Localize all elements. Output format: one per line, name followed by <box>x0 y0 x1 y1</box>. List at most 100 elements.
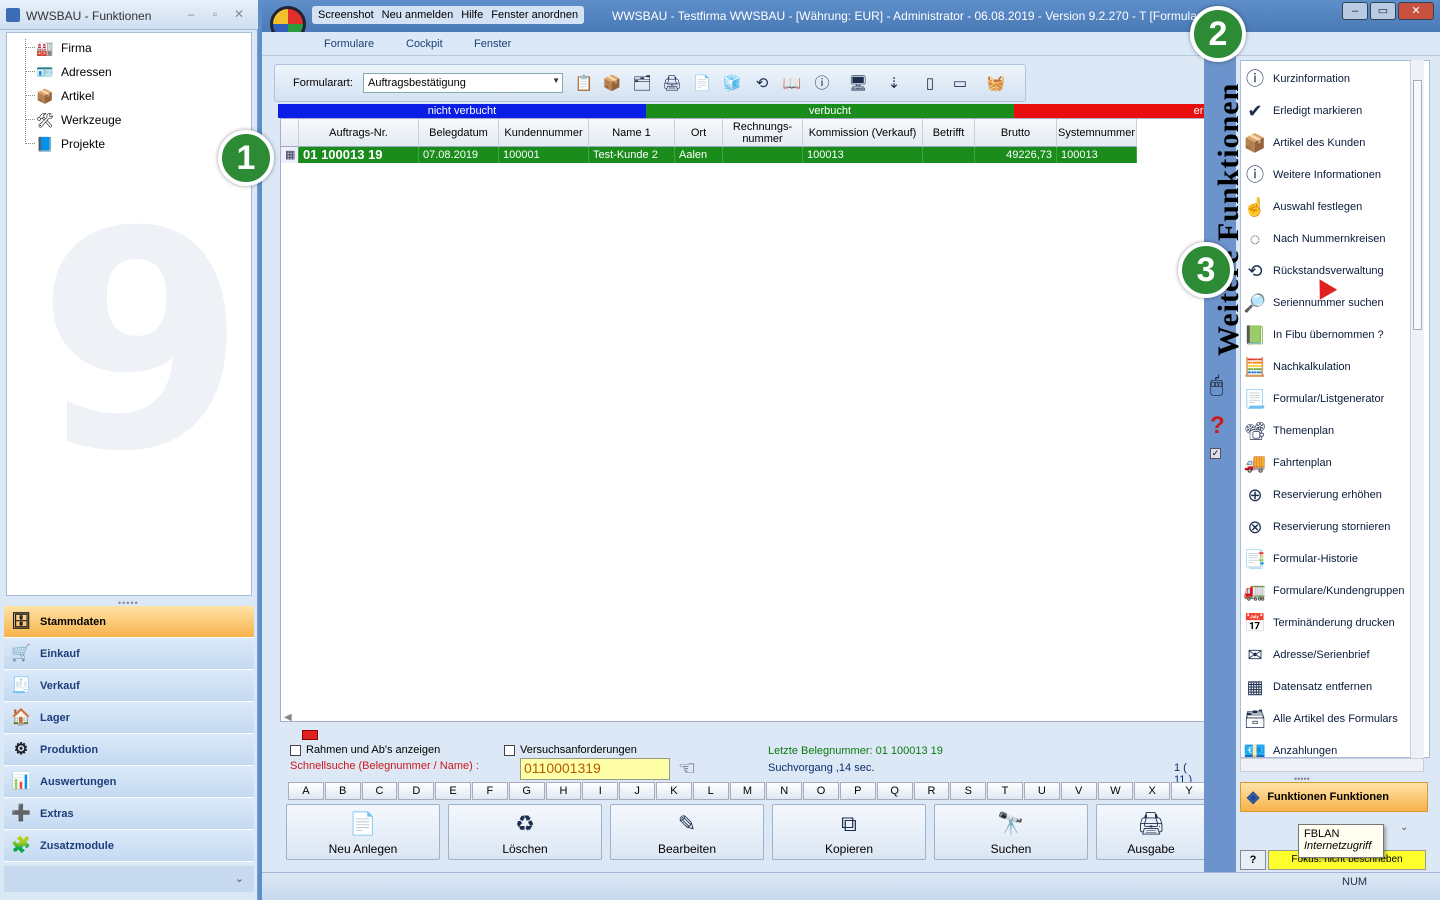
column-header[interactable]: Systemnummer <box>1057 119 1137 147</box>
column-header[interactable]: Brutto <box>975 119 1057 147</box>
nav-expand-icon[interactable]: ⌄ <box>4 866 254 892</box>
function-item[interactable]: ◌ Nach Nummernkreisen <box>1241 223 1411 255</box>
info-doc-icon[interactable]: ⓘ <box>811 73 833 95</box>
function-item[interactable]: 🚛 Formulare/Kundengruppen <box>1241 575 1411 607</box>
letter-filter-y[interactable]: Y <box>1171 782 1207 800</box>
letter-filter-j[interactable]: J <box>619 782 655 800</box>
function-item[interactable]: 💶 Anzahlungen <box>1241 735 1411 757</box>
function-item[interactable]: ⓘ Weitere Informationen <box>1241 159 1411 191</box>
letter-filter-i[interactable]: I <box>582 782 619 800</box>
basket-icon[interactable]: 🧺 <box>985 73 1007 95</box>
nav-item-extras[interactable]: ➕ Extras <box>4 798 254 830</box>
maximize-icon[interactable]: ▫ <box>206 6 224 22</box>
bearbeiten-button[interactable]: ✎ Bearbeiten <box>610 804 764 860</box>
restore-button[interactable]: ▭ <box>1370 2 1396 20</box>
function-item[interactable]: 🗃 Alle Artikel des Formulars <box>1241 703 1411 735</box>
column-header[interactable]: Rechnungs- nummer <box>723 119 803 147</box>
column-header[interactable]: Name 1 <box>589 119 675 147</box>
function-item[interactable]: 🧮 Nachkalkulation <box>1241 351 1411 383</box>
function-item[interactable]: ✉ Adresse/Serienbrief <box>1241 639 1411 671</box>
letter-filter-l[interactable]: L <box>692 782 729 800</box>
letter-filter-f[interactable]: F <box>471 782 508 800</box>
function-list-hscrollbar[interactable] <box>1240 758 1424 772</box>
quick-access-hilfe[interactable]: Hilfe <box>461 9 483 21</box>
question-icon[interactable]: ? <box>1210 412 1225 440</box>
letter-filter-v[interactable]: V <box>1060 782 1097 800</box>
function-item[interactable]: ⊕ Reservierung erhöhen <box>1241 479 1411 511</box>
cube-icon[interactable]: 🧊 <box>721 73 743 95</box>
column-header[interactable]: Auftrags-Nr. <box>299 119 419 147</box>
docs-icon[interactable]: 🗂 <box>631 73 653 95</box>
function-item[interactable]: 📗 In Fibu übernommen ? <box>1241 319 1411 351</box>
tree-item-artikel[interactable]: 📦 Artikel <box>35 85 94 107</box>
quick-access-fenster-anordnen[interactable]: Fenster anordnen <box>491 9 578 21</box>
page-header-icon[interactable]: ▭ <box>949 73 971 95</box>
letter-filter-g[interactable]: G <box>508 782 545 800</box>
nav-item-stammdaten[interactable]: 🗄 Stammdaten <box>4 606 254 638</box>
fax-icon[interactable]: 🖨 <box>661 73 683 95</box>
menu-formulare[interactable]: Formulare <box>324 38 374 50</box>
history-icon[interactable]: ⟲ <box>751 73 773 95</box>
help-button[interactable]: ? <box>1240 850 1266 870</box>
monitor-icon[interactable]: 🖥 <box>847 73 869 95</box>
nav-item-zusatzmodule[interactable]: 🧩 Zusatzmodule <box>4 830 254 862</box>
close-icon[interactable]: ✕ <box>230 6 248 22</box>
sort-icon[interactable]: ⇣ <box>883 73 905 95</box>
nav-item-lager[interactable]: 🏠 Lager <box>4 702 254 734</box>
column-header[interactable]: Ort <box>675 119 723 147</box>
function-item[interactable]: 📑 Formular-Historie <box>1241 543 1411 575</box>
letter-filter-a[interactable]: A <box>288 782 324 800</box>
page-icon[interactable]: ▯ <box>919 73 941 95</box>
letter-filter-m[interactable]: M <box>729 782 766 800</box>
function-item[interactable]: 📽 Themenplan <box>1241 415 1411 447</box>
menu-fenster[interactable]: Fenster <box>474 38 511 50</box>
versuchs-checkbox[interactable]: Versuchsanforderungen <box>504 744 637 756</box>
letter-filter-o[interactable]: O <box>803 782 839 800</box>
mouse-icon[interactable]: 🖱 <box>1210 372 1223 398</box>
tree-item-adressen[interactable]: 🪪 Adressen <box>35 61 111 83</box>
functions-button[interactable]: ◈ Funktionen Funktionen <box>1240 782 1428 812</box>
letter-filter-x[interactable]: X <box>1134 782 1171 800</box>
column-header[interactable]: Kommission (Verkauf) <box>803 119 923 147</box>
show-frames-checkbox[interactable]: Rahmen und Ab's anzeigen <box>290 744 440 756</box>
neu-anlegen-button[interactable]: 📄 Neu Anlegen <box>286 804 440 860</box>
nav-item-auswertungen[interactable]: 📊 Auswertungen <box>4 766 254 798</box>
tree-item-projekte[interactable]: 📘 Projekte <box>35 133 105 155</box>
book-delete-icon[interactable]: 📖 <box>781 73 803 95</box>
column-header[interactable]: Betrifft <box>923 119 975 147</box>
document-icon[interactable]: 📄 <box>691 73 713 95</box>
function-item[interactable]: 📦 Artikel des Kunden <box>1241 127 1411 159</box>
clipboard-icon[interactable]: 📋 <box>573 73 595 95</box>
function-item[interactable]: 📅 Terminänderung drucken <box>1241 607 1411 639</box>
function-item[interactable]: ⓘ Kurzinformation <box>1241 63 1411 95</box>
letter-filter-c[interactable]: C <box>361 782 398 800</box>
letter-filter-u[interactable]: U <box>1023 782 1060 800</box>
tree-item-firma[interactable]: 🏭 Firma <box>35 37 91 59</box>
function-item[interactable]: 🚚 Fahrtenplan <box>1241 447 1411 479</box>
minimize-icon[interactable]: – <box>182 6 200 22</box>
function-item[interactable]: ✔ Erledigt markieren <box>1241 95 1411 127</box>
function-item[interactable]: 📃 Formular/Listgenerator <box>1241 383 1411 415</box>
letter-filter-b[interactable]: B <box>324 782 361 800</box>
pointing-hand-icon[interactable]: ☜ <box>678 756 696 781</box>
letter-filter-e[interactable]: E <box>435 782 471 800</box>
box-tool-icon[interactable]: 📦 <box>601 73 623 95</box>
function-list-scrollbar[interactable] <box>1410 60 1424 758</box>
kopieren-button[interactable]: ⧉ Kopieren <box>772 804 926 860</box>
letter-filter-q[interactable]: Q <box>876 782 913 800</box>
quick-access-screenshot[interactable]: Screenshot <box>318 9 374 21</box>
letter-filter-h[interactable]: H <box>545 782 582 800</box>
function-item[interactable]: ▦ Datensatz entfernen <box>1241 671 1411 703</box>
letter-filter-w[interactable]: W <box>1097 782 1134 800</box>
column-header[interactable]: Kundennummer <box>499 119 589 147</box>
letter-filter-s[interactable]: S <box>950 782 987 800</box>
letter-filter-k[interactable]: K <box>655 782 692 800</box>
löschen-button[interactable]: ♻ Löschen <box>448 804 602 860</box>
suchen-button[interactable]: 🔭 Suchen <box>934 804 1088 860</box>
column-header[interactable]: Belegdatum <box>419 119 499 147</box>
tree-item-werkzeuge[interactable]: 🛠 Werkzeuge <box>35 109 121 131</box>
close-button[interactable]: ✕ <box>1398 2 1434 20</box>
letter-filter-d[interactable]: D <box>398 782 435 800</box>
nav-item-verkauf[interactable]: 🧾 Verkauf <box>4 670 254 702</box>
letter-filter-t[interactable]: T <box>987 782 1023 800</box>
